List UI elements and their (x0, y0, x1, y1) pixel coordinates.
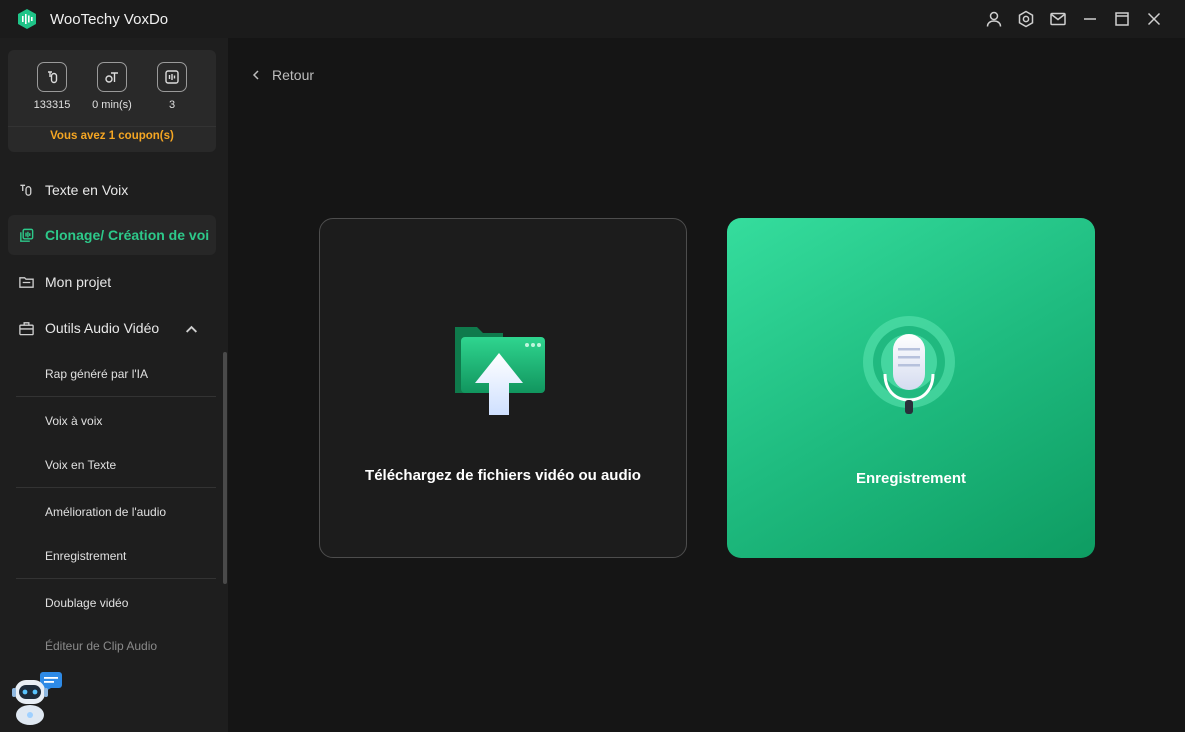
timer-text-icon (97, 62, 127, 92)
record-card[interactable]: Enregistrement (727, 218, 1095, 558)
folder-upload-icon (455, 327, 545, 415)
maximize-icon (1115, 12, 1129, 26)
voice-count-icon (157, 62, 187, 92)
stats-card: 133315 0 min(s) 3 Vous avez 1 coupon(s) (8, 50, 216, 152)
divider (16, 487, 216, 488)
maximize-button[interactable] (1111, 8, 1133, 30)
back-button[interactable]: Retour (250, 64, 314, 86)
divider (8, 126, 216, 127)
sidebar-item-label: Outils Audio Vidéo (45, 320, 160, 336)
stat-characters: 133315 (22, 62, 82, 111)
characters-value: 133315 (33, 99, 71, 111)
sidebar-item-clonage[interactable]: Clonage/ Création de voi (8, 215, 216, 255)
settings-button[interactable] (1015, 8, 1037, 30)
sidebar: 133315 0 min(s) 3 Vous avez 1 coupon(s) (0, 38, 228, 732)
window-controls (983, 8, 1165, 30)
sidebar-item-texte-en-voix[interactable]: Texte en Voix (8, 170, 216, 210)
chevron-left-icon (252, 70, 259, 80)
sidebar-item-label: Texte en Voix (45, 182, 129, 198)
sidebar-subitem-label: Rap généré par l'IA (45, 367, 149, 381)
minimize-icon (1084, 18, 1096, 20)
count-value: 3 (168, 99, 176, 111)
title-bar: WooTechy VoxDo (0, 0, 1185, 38)
characters-icon (37, 62, 67, 92)
stat-minutes: 0 min(s) (82, 62, 142, 111)
account-button[interactable] (983, 8, 1005, 30)
sidebar-subitem-amelioration[interactable]: Amélioration de l'audio (16, 490, 216, 534)
sidebar-subitem-enregistrement[interactable]: Enregistrement (16, 534, 216, 578)
chevron-up-icon[interactable] (183, 321, 200, 338)
close-icon (1147, 12, 1161, 26)
mail-button[interactable] (1047, 8, 1069, 30)
sidebar-item-mon-projet[interactable]: Mon projet (8, 262, 216, 302)
divider (16, 578, 216, 579)
mail-icon (1050, 12, 1066, 26)
folder-icon (19, 276, 34, 288)
clone-icon (20, 228, 34, 242)
sidebar-subitem-voix-a-voix[interactable]: Voix à voix (16, 399, 216, 443)
app-title: WooTechy VoxDo (50, 11, 169, 28)
gear-icon (1018, 10, 1034, 28)
chatbot-assistant-icon[interactable] (10, 670, 66, 726)
sidebar-subitem-label: Amélioration de l'audio (45, 505, 167, 519)
sidebar-item-outils-audio-video[interactable]: Outils Audio Vidéo (8, 308, 216, 348)
divider (16, 396, 216, 397)
coupon-text[interactable]: Vous avez 1 coupon(s) (8, 130, 216, 142)
sidebar-item-label: Clonage/ Création de voi (45, 227, 210, 243)
minimize-button[interactable] (1079, 8, 1101, 30)
text-voice-icon (20, 184, 32, 196)
sidebar-item-label: Mon projet (45, 274, 112, 290)
sidebar-subitem-label: Enregistrement (45, 549, 127, 563)
user-icon (986, 11, 1002, 27)
sidebar-subitem-label: Voix en Texte (45, 458, 117, 472)
stat-count: 3 (142, 62, 202, 111)
sidebar-scrollbar[interactable] (223, 352, 227, 584)
record-card-label: Enregistrement (855, 470, 967, 487)
sidebar-subitem-voix-en-texte[interactable]: Voix en Texte (16, 443, 216, 487)
toolbox-icon (19, 321, 34, 335)
sidebar-subitem-label: Voix à voix (45, 414, 103, 428)
minutes-value: 0 min(s) (92, 99, 132, 111)
app-logo-icon (18, 9, 36, 29)
upload-card-label: Téléchargez de fichiers vidéo ou audio (365, 467, 641, 484)
upload-file-card[interactable]: Téléchargez de fichiers vidéo ou audio (319, 218, 687, 558)
back-label: Retour (272, 67, 315, 83)
sidebar-subitem-label: Doublage vidéo (45, 596, 129, 610)
sidebar-subitem-doublage[interactable]: Doublage vidéo (16, 581, 216, 625)
sidebar-subitem-editeur-clip[interactable]: Éditeur de Clip Audio (16, 626, 216, 666)
sidebar-subitem-label: Éditeur de Clip Audio (45, 639, 158, 653)
microphone-icon (863, 316, 955, 414)
sidebar-subitem-rap[interactable]: Rap généré par l'IA (16, 352, 216, 396)
close-button[interactable] (1143, 8, 1165, 30)
